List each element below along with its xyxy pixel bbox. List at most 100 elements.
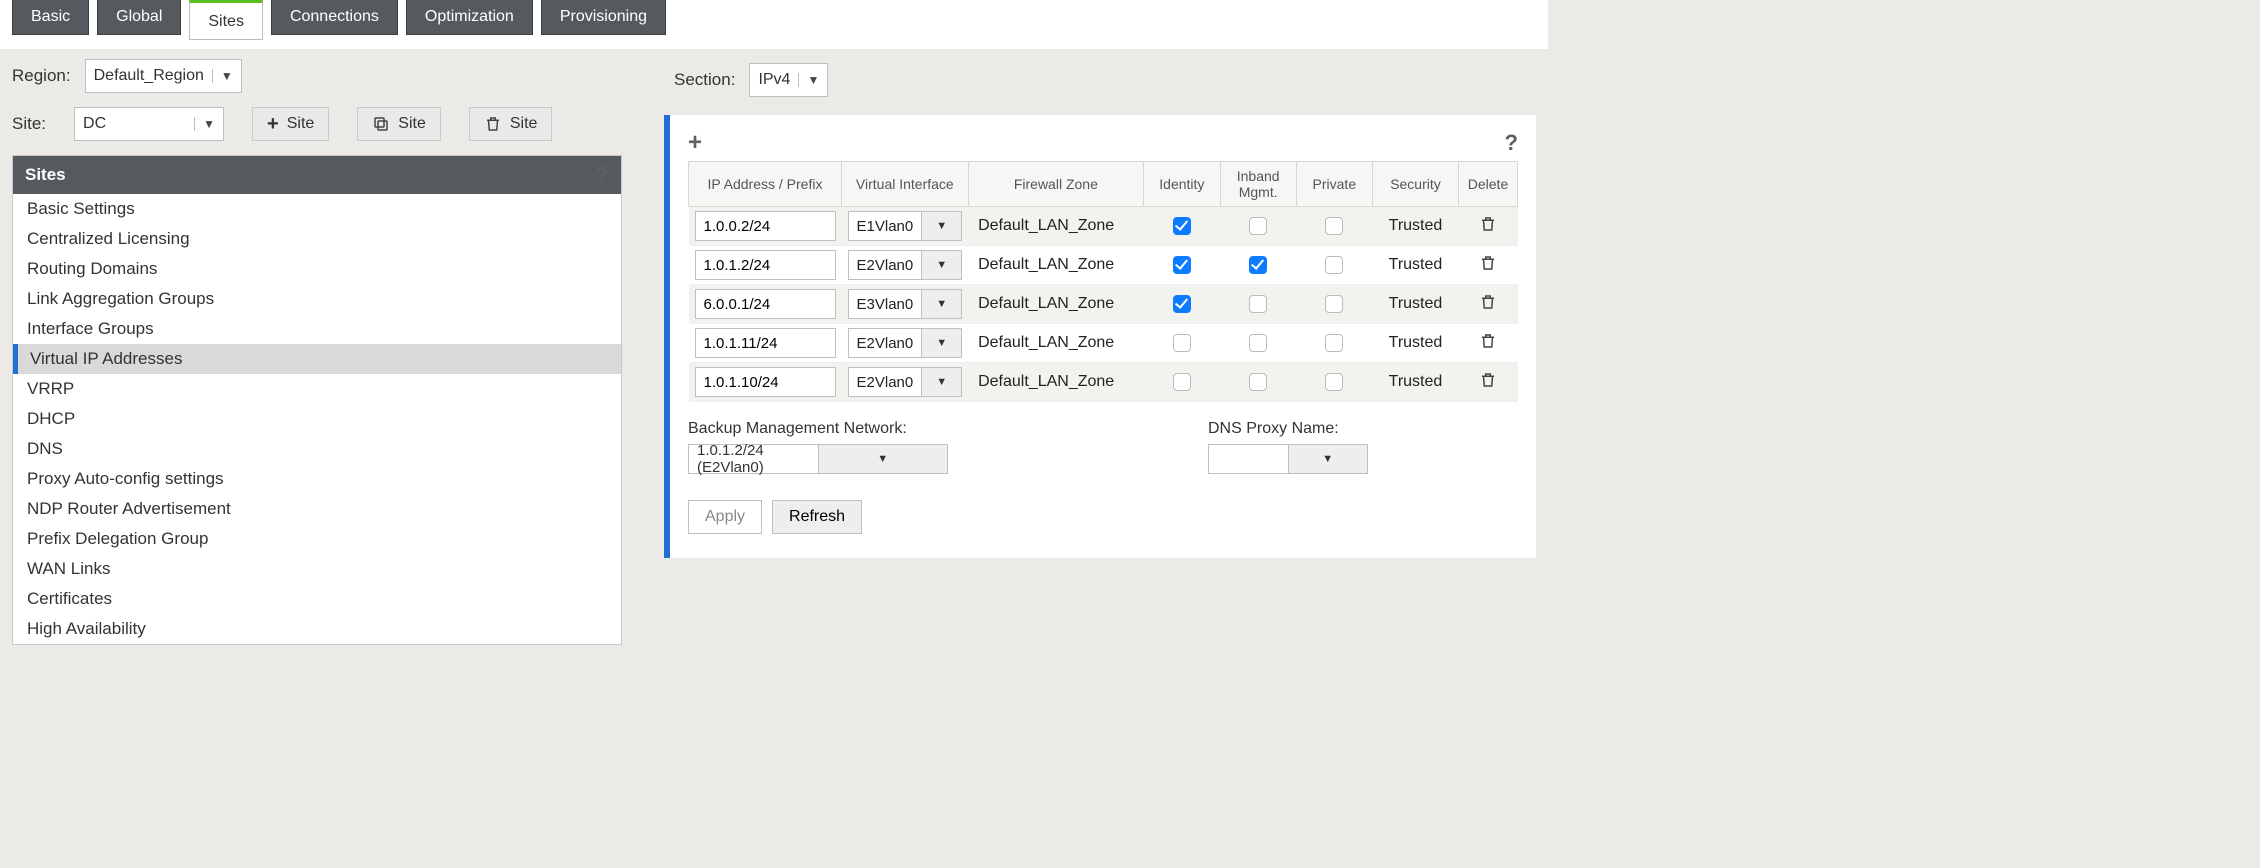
apply-button[interactable]: Apply: [688, 500, 762, 534]
tab-global[interactable]: Global: [97, 0, 181, 35]
tree-item[interactable]: Basic Settings: [13, 194, 621, 224]
chevron-down-icon: ▼: [921, 290, 961, 318]
tab-sites[interactable]: Sites: [189, 0, 263, 40]
checkbox[interactable]: [1173, 295, 1191, 313]
checkbox[interactable]: [1249, 256, 1267, 274]
delete-row-button[interactable]: [1479, 256, 1497, 276]
tree-item[interactable]: DNS: [13, 434, 621, 464]
site-label: Site:: [12, 114, 46, 134]
vif-select[interactable]: E3Vlan0 ▼: [848, 289, 963, 319]
checkbox[interactable]: [1173, 217, 1191, 235]
site-value: DC: [83, 115, 106, 133]
tree-item[interactable]: Interface Groups: [13, 314, 621, 344]
delete-row-button[interactable]: [1479, 334, 1497, 354]
security-text: Trusted: [1389, 217, 1443, 234]
top-tabbar: BasicGlobalSitesConnectionsOptimizationP…: [0, 0, 1548, 49]
section-value: IPv4: [758, 71, 790, 89]
col-identity: Identity: [1144, 162, 1220, 207]
checkbox[interactable]: [1325, 256, 1343, 274]
add-row-button[interactable]: +: [688, 129, 702, 157]
tab-provisioning[interactable]: Provisioning: [541, 0, 666, 35]
tree-item[interactable]: Certificates: [13, 584, 621, 614]
ip-input[interactable]: [695, 250, 836, 280]
delete-site-button[interactable]: Site: [469, 107, 553, 141]
region-select[interactable]: Default_Region ▼: [85, 59, 242, 93]
col-inband: Inband Mgmt.: [1220, 162, 1296, 207]
vif-select[interactable]: E2Vlan0 ▼: [848, 367, 963, 397]
help-icon[interactable]: ?: [596, 162, 609, 188]
chevron-down-icon: ▼: [1288, 445, 1368, 473]
col-security: Security: [1372, 162, 1458, 207]
tree-item[interactable]: Routing Domains: [13, 254, 621, 284]
add-site-label: Site: [287, 115, 315, 133]
vif-select[interactable]: E1Vlan0 ▼: [848, 211, 963, 241]
zone-text: Default_LAN_Zone: [978, 334, 1114, 351]
tree-item[interactable]: Centralized Licensing: [13, 224, 621, 254]
delete-row-button[interactable]: [1479, 295, 1497, 315]
clone-site-button[interactable]: Site: [357, 107, 441, 141]
section-select[interactable]: IPv4 ▼: [749, 63, 828, 97]
checkbox[interactable]: [1325, 373, 1343, 391]
chevron-down-icon: ▼: [921, 368, 961, 396]
vif-value: E2Vlan0: [849, 257, 922, 274]
delete-site-label: Site: [510, 115, 538, 133]
table-row: E3Vlan0 ▼ Default_LAN_Zone Trusted: [689, 285, 1518, 324]
checkbox[interactable]: [1173, 373, 1191, 391]
checkbox[interactable]: [1249, 373, 1267, 391]
checkbox[interactable]: [1173, 256, 1191, 274]
vif-select[interactable]: E2Vlan0 ▼: [848, 328, 963, 358]
tree-item[interactable]: High Availability: [13, 614, 621, 644]
col-delete: Delete: [1459, 162, 1518, 207]
chevron-down-icon: ▼: [212, 69, 233, 83]
vip-table: IP Address / Prefix Virtual Interface Fi…: [688, 161, 1518, 402]
plus-icon: +: [267, 113, 279, 136]
trash-icon: [1479, 293, 1497, 311]
ip-input[interactable]: [695, 289, 836, 319]
backup-value: 1.0.1.2/24 (E2Vlan0): [689, 442, 818, 476]
tab-optimization[interactable]: Optimization: [406, 0, 533, 35]
vif-select[interactable]: E2Vlan0 ▼: [848, 250, 963, 280]
help-icon[interactable]: ?: [1505, 130, 1518, 156]
vip-panel: + ? IP Address / Prefix Virtual Interfac…: [664, 115, 1536, 558]
checkbox[interactable]: [1325, 295, 1343, 313]
vif-value: E2Vlan0: [849, 335, 922, 352]
checkbox[interactable]: [1249, 217, 1267, 235]
region-value: Default_Region: [94, 67, 204, 85]
table-row: E2Vlan0 ▼ Default_LAN_Zone Trusted: [689, 246, 1518, 285]
tree-item[interactable]: Virtual IP Addresses: [13, 344, 621, 374]
tree-item[interactable]: Link Aggregation Groups: [13, 284, 621, 314]
delete-row-button[interactable]: [1479, 373, 1497, 393]
checkbox[interactable]: [1173, 334, 1191, 352]
trash-icon: [484, 115, 502, 133]
delete-row-button[interactable]: [1479, 217, 1497, 237]
tree-item[interactable]: VRRP: [13, 374, 621, 404]
zone-text: Default_LAN_Zone: [978, 217, 1114, 234]
checkbox[interactable]: [1249, 295, 1267, 313]
refresh-button[interactable]: Refresh: [772, 500, 862, 534]
trash-icon: [1479, 332, 1497, 350]
chevron-down-icon: ▼: [921, 251, 961, 279]
workspace: Region: Default_Region ▼ Site: DC ▼ + Si…: [0, 49, 1548, 645]
site-select[interactable]: DC ▼: [74, 107, 224, 141]
ip-input[interactable]: [695, 367, 836, 397]
add-site-button[interactable]: + Site: [252, 107, 329, 141]
col-vif: Virtual Interface: [842, 162, 969, 207]
tree-item[interactable]: Proxy Auto-config settings: [13, 464, 621, 494]
clone-site-label: Site: [398, 115, 426, 133]
tab-basic[interactable]: Basic: [12, 0, 89, 35]
tree-item[interactable]: DHCP: [13, 404, 621, 434]
checkbox[interactable]: [1249, 334, 1267, 352]
tree-item[interactable]: NDP Router Advertisement: [13, 494, 621, 524]
dnsproxy-select[interactable]: ▼: [1208, 444, 1368, 474]
backup-select[interactable]: 1.0.1.2/24 (E2Vlan0) ▼: [688, 444, 948, 474]
chevron-down-icon: ▼: [921, 329, 961, 357]
checkbox[interactable]: [1325, 334, 1343, 352]
tree-item[interactable]: Prefix Delegation Group: [13, 524, 621, 554]
tree-item[interactable]: WAN Links: [13, 554, 621, 584]
checkbox[interactable]: [1325, 217, 1343, 235]
vif-value: E1Vlan0: [849, 218, 922, 235]
security-text: Trusted: [1389, 295, 1443, 312]
tab-connections[interactable]: Connections: [271, 0, 398, 35]
ip-input[interactable]: [695, 328, 836, 358]
ip-input[interactable]: [695, 211, 836, 241]
